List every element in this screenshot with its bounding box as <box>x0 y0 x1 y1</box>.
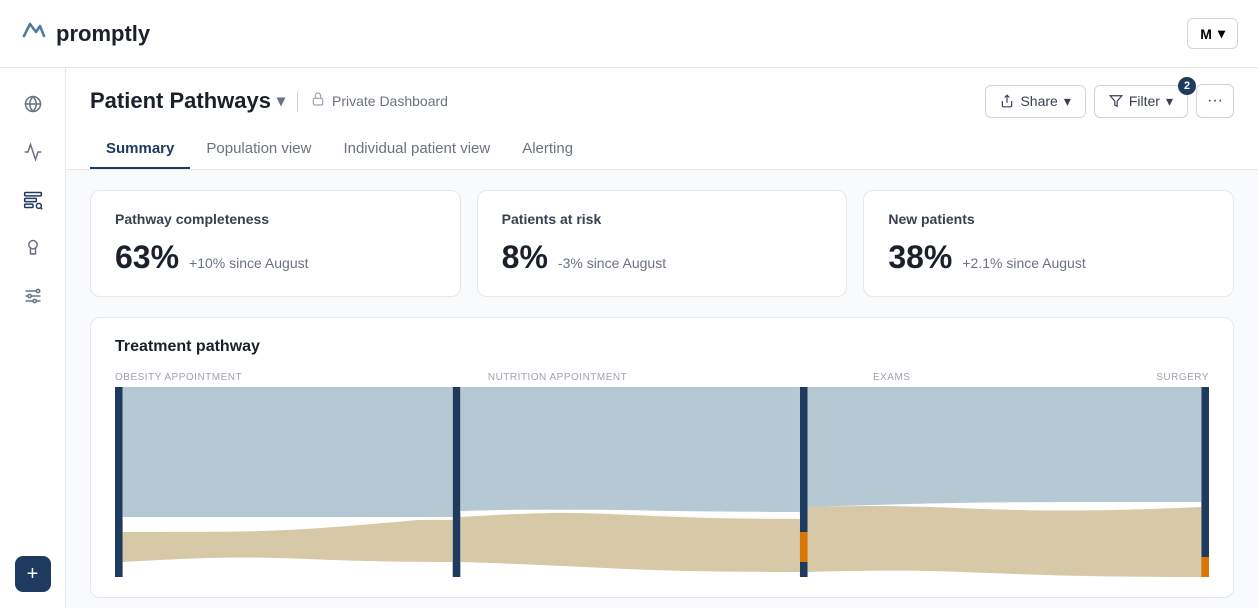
metric-card-pathway-completeness: Pathway completeness 63% +10% since Augu… <box>90 190 461 297</box>
sidebar-item-insights[interactable] <box>13 228 53 268</box>
share-button[interactable]: Share ▾ <box>985 85 1085 118</box>
tab-individual[interactable]: Individual patient view <box>327 130 506 169</box>
main-content: Pathway completeness 63% +10% since Augu… <box>66 170 1258 608</box>
sidebar-item-analytics[interactable] <box>13 132 53 172</box>
add-button[interactable]: + <box>15 556 51 592</box>
metric-value: 63% <box>115 239 179 276</box>
sidebar-item-pathways[interactable] <box>13 180 53 220</box>
sankey-chart <box>115 387 1209 577</box>
metric-change: -3% since August <box>558 255 666 271</box>
pathway-col-label-4: SURGERY <box>1156 372 1209 383</box>
tab-population[interactable]: Population view <box>190 130 327 169</box>
main-layout: + Patient Pathways ▾ <box>0 68 1258 608</box>
metric-cards: Pathway completeness 63% +10% since Augu… <box>90 190 1234 297</box>
header-actions: Share ▾ Filter ▾ 2 <box>985 84 1234 118</box>
pathway-col-label-3: EXAMS <box>873 372 911 383</box>
page-title-chevron-icon[interactable]: ▾ <box>277 91 285 111</box>
page-title-text: Patient Pathways <box>90 88 271 114</box>
metric-value-row: 8% -3% since August <box>502 239 823 276</box>
private-dashboard-badge: Private Dashboard <box>297 91 448 112</box>
metric-label: Patients at risk <box>502 211 823 227</box>
topbar: promptly M ▾ <box>0 0 1258 68</box>
metric-value: 38% <box>888 239 952 276</box>
page-title-left: Patient Pathways ▾ Private Dashboard <box>90 88 448 114</box>
content-area: Patient Pathways ▾ Private Dashboard <box>66 68 1258 608</box>
metric-card-new-patients: New patients 38% +2.1% since August <box>863 190 1234 297</box>
filter-wrapper: Filter ▾ 2 <box>1094 85 1188 118</box>
share-chevron-icon: ▾ <box>1064 93 1071 110</box>
app-logo: promptly <box>20 16 150 51</box>
page-header: Patient Pathways ▾ Private Dashboard <box>66 68 1258 170</box>
filter-chevron-icon: ▾ <box>1166 93 1173 110</box>
metric-value: 8% <box>502 239 548 276</box>
sankey-svg <box>115 387 1209 577</box>
metric-change: +2.1% since August <box>962 255 1085 271</box>
metric-change: +10% since August <box>189 255 308 271</box>
private-label: Private Dashboard <box>332 93 448 109</box>
more-options-button[interactable]: ··· <box>1196 84 1234 118</box>
app-name: promptly <box>56 21 150 47</box>
filter-count-badge: 2 <box>1178 77 1196 95</box>
page-title: Patient Pathways ▾ <box>90 88 285 114</box>
sidebar: + <box>0 68 66 608</box>
tab-alerting[interactable]: Alerting <box>506 130 589 169</box>
tab-summary[interactable]: Summary <box>90 130 190 169</box>
pathway-title: Treatment pathway <box>115 338 1209 356</box>
metric-card-patients-at-risk: Patients at risk 8% -3% since August <box>477 190 848 297</box>
user-menu-button[interactable]: M ▾ <box>1187 18 1238 49</box>
page-title-row: Patient Pathways ▾ Private Dashboard <box>90 84 1234 118</box>
pathway-col-label-1: OBESITY APPOINTMENT <box>115 372 242 383</box>
logo-icon <box>20 16 48 51</box>
filter-label: Filter <box>1129 93 1160 109</box>
pathway-column-labels: OBESITY APPOINTMENT NUTRITION APPOINTMEN… <box>115 372 1209 383</box>
lock-icon <box>310 91 326 112</box>
metric-value-row: 63% +10% since August <box>115 239 436 276</box>
metric-value-row: 38% +2.1% since August <box>888 239 1209 276</box>
more-icon: ··· <box>1207 92 1223 109</box>
treatment-pathway-card: Treatment pathway OBESITY APPOINTMENT NU… <box>90 317 1234 598</box>
metric-label: Pathway completeness <box>115 211 436 227</box>
metric-label: New patients <box>888 211 1209 227</box>
pathway-col-label-2: NUTRITION APPOINTMENT <box>488 372 627 383</box>
add-icon: + <box>27 563 39 586</box>
share-label: Share <box>1020 93 1057 109</box>
user-chevron-icon: ▾ <box>1218 25 1225 42</box>
sidebar-item-globe[interactable] <box>13 84 53 124</box>
user-initial: M <box>1200 26 1212 42</box>
tabs: Summary Population view Individual patie… <box>90 130 1234 169</box>
sidebar-item-tools[interactable] <box>13 276 53 316</box>
filter-button[interactable]: Filter ▾ <box>1094 85 1188 118</box>
